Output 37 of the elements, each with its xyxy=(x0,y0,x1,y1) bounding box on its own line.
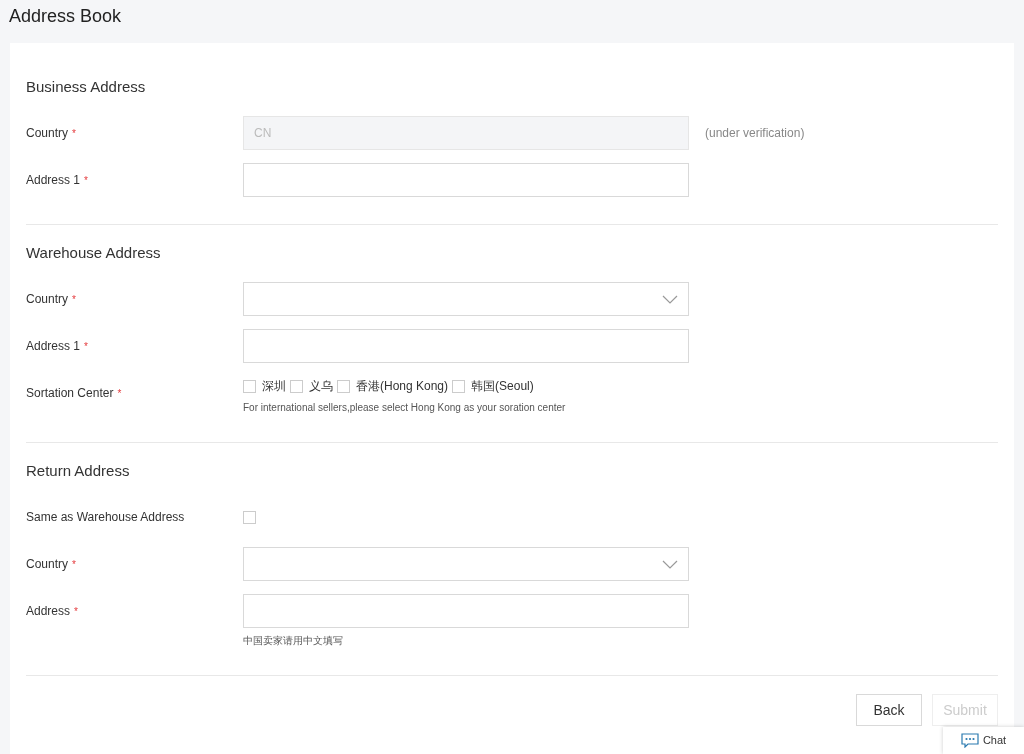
checkbox-option[interactable]: 深圳 xyxy=(243,377,286,395)
field-label: Same as Warehouse Address xyxy=(26,509,185,526)
hint-text: For international sellers,please select Hong Kong as your soration center xyxy=(243,401,566,415)
country-dropdown[interactable] xyxy=(243,282,689,316)
hint-text: 中国卖家请用中文填写 xyxy=(243,634,344,648)
required-mark: * xyxy=(72,557,76,572)
chevron-down-icon xyxy=(662,559,678,569)
required-mark: * xyxy=(74,604,78,619)
chevron-down-icon xyxy=(662,294,678,304)
field-label: Country xyxy=(26,125,69,142)
chat-bubble-icon xyxy=(960,733,979,748)
field-label: Address 1 xyxy=(26,338,81,355)
field-label: Country xyxy=(26,291,69,308)
text-field[interactable] xyxy=(243,594,689,628)
field-label: Sortation Center xyxy=(26,385,114,402)
field-label: Address 1 xyxy=(26,172,81,189)
checkbox[interactable] xyxy=(243,510,256,524)
required-mark: * xyxy=(117,386,122,401)
chat-button[interactable]: Chat xyxy=(943,727,1024,754)
verification-note: (under verification) xyxy=(705,125,805,142)
checkbox-option[interactable]: 香港(Hong Kong) xyxy=(337,377,449,395)
field-label: Country xyxy=(26,556,69,573)
section-title: Return Address xyxy=(26,461,131,481)
page-title: Address Book xyxy=(8,5,123,28)
required-mark: * xyxy=(84,339,88,354)
section-title: Warehouse Address xyxy=(26,243,162,263)
form-button[interactable]: Back xyxy=(856,694,922,726)
required-mark: * xyxy=(72,126,76,141)
checkbox-option[interactable]: 义乌 xyxy=(290,377,333,395)
checkbox-option[interactable]: 韩国(Seoul) xyxy=(452,377,534,395)
text-field[interactable] xyxy=(243,163,689,197)
section-title: Business Address xyxy=(26,77,147,97)
required-mark: * xyxy=(72,292,76,307)
country-dropdown[interactable] xyxy=(243,547,689,581)
required-mark: * xyxy=(84,173,88,188)
text-field[interactable] xyxy=(243,329,689,363)
field-label: Address xyxy=(26,603,71,620)
